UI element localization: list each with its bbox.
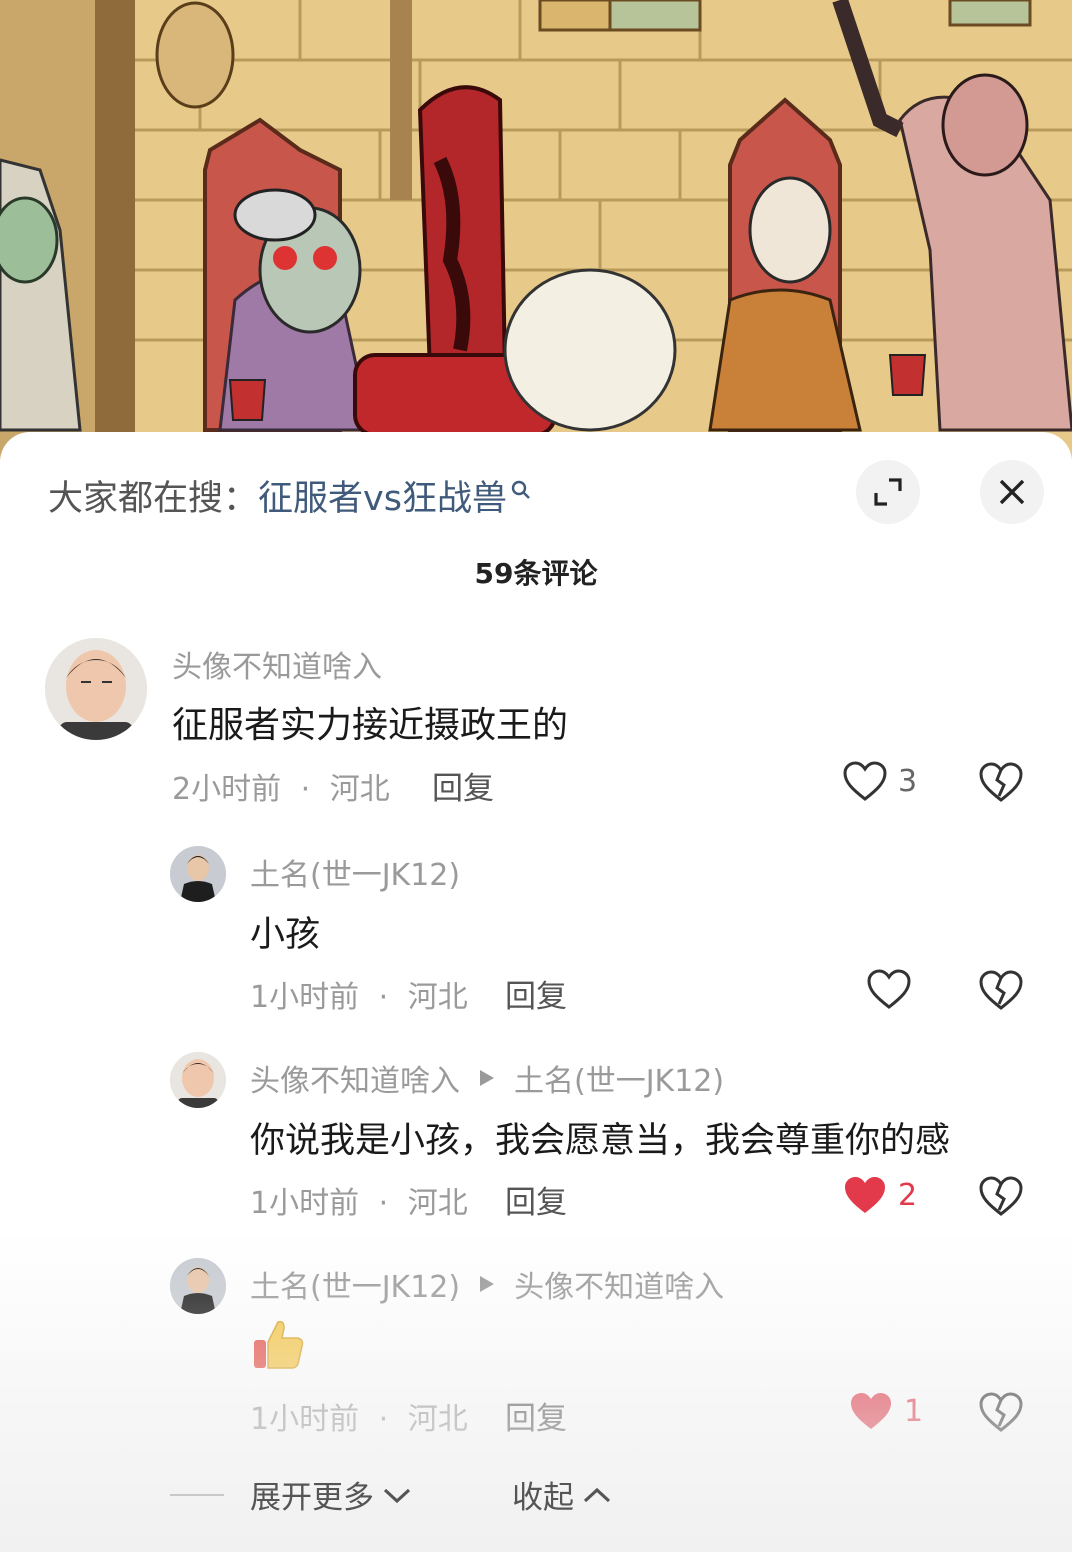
comment-meta: 2小时前 · 河北 bbox=[172, 764, 390, 808]
like-count: 2 bbox=[898, 1177, 918, 1213]
search-suggestion-prefix: 大家都在搜： bbox=[48, 479, 259, 519]
collapse-button[interactable]: 收起 bbox=[512, 1472, 612, 1517]
comment-username[interactable]: 头像不知道啥入 bbox=[172, 642, 382, 686]
dislike-button[interactable] bbox=[978, 760, 1024, 808]
comment-text: 你说我是小孩，我会愿意当，我会尊重你的感 bbox=[250, 1121, 951, 1161]
avatar[interactable] bbox=[170, 1052, 226, 1108]
comment-time: 2小时前 bbox=[172, 772, 282, 807]
comment-username-row: 头像不知道啥入 土名(世一JK12) bbox=[250, 1056, 724, 1100]
heart-filled-icon bbox=[851, 1393, 891, 1429]
reply-button[interactable]: 回复 bbox=[505, 971, 567, 1016]
heart-outline-icon bbox=[867, 969, 911, 1009]
avatar[interactable] bbox=[45, 638, 147, 740]
comment-meta: 1小时前 · 河北 bbox=[250, 1178, 468, 1222]
like-button[interactable] bbox=[866, 968, 922, 1010]
reply-arrow-icon bbox=[480, 1070, 494, 1086]
collapse-label: 收起 bbox=[512, 1480, 574, 1516]
heart-filled-icon bbox=[845, 1177, 885, 1213]
search-suggestion[interactable]: 大家都在搜： 征服者vs狂战兽 bbox=[48, 470, 531, 521]
meta-separator: · bbox=[378, 1186, 389, 1221]
chevron-up-icon bbox=[583, 1487, 611, 1502]
expand-more-label: 展开更多 bbox=[250, 1480, 374, 1516]
comment-text: 征服者实力接近摄政王的 bbox=[172, 705, 569, 746]
comment-location: 河北 bbox=[407, 980, 468, 1015]
like-button[interactable]: 1 bbox=[848, 1390, 923, 1432]
comments-count-title: 59条评论 bbox=[474, 557, 598, 590]
comment-item: 头像不知道啥入 征服者实力接近摄政王的 2小时前 · 河北 回复 3 bbox=[0, 630, 1072, 820]
dislike-button[interactable] bbox=[978, 968, 1024, 1016]
expand-icon bbox=[874, 478, 902, 506]
comment-time: 1小时前 bbox=[250, 980, 360, 1015]
meta-separator: · bbox=[378, 1402, 389, 1437]
reply-to-username[interactable]: 头像不知道啥入 bbox=[514, 1262, 724, 1306]
broken-heart-icon bbox=[979, 1176, 1023, 1216]
search-icon bbox=[511, 469, 531, 509]
comic-illustration bbox=[0, 0, 1072, 460]
heart-outline-icon bbox=[843, 761, 887, 801]
reply-button[interactable]: 回复 bbox=[505, 1393, 567, 1438]
reply-comment-item: 土名(世一JK12) 头像不知道啥入 1小时前 · 河北 回复 1 bbox=[0, 1252, 1072, 1442]
comment-location: 河北 bbox=[407, 1186, 468, 1221]
dislike-button[interactable] bbox=[978, 1390, 1024, 1438]
close-button[interactable] bbox=[980, 460, 1044, 524]
dislike-button[interactable] bbox=[978, 1174, 1024, 1222]
reply-button[interactable]: 回复 bbox=[432, 763, 494, 808]
avatar[interactable] bbox=[170, 1258, 226, 1314]
close-icon bbox=[999, 479, 1025, 505]
reply-comment-item: 头像不知道啥入 土名(世一JK12) 你说我是小孩，我会愿意当，我会尊重你的感 … bbox=[0, 1046, 1072, 1236]
reply-button[interactable]: 回复 bbox=[505, 1177, 567, 1222]
comment-location: 河北 bbox=[407, 1402, 468, 1437]
expand-fullscreen-button[interactable] bbox=[856, 460, 920, 524]
like-count: 3 bbox=[898, 763, 918, 799]
comment-location: 河北 bbox=[329, 772, 390, 807]
broken-heart-icon bbox=[979, 762, 1023, 802]
reply-to-username[interactable]: 土名(世一JK12) bbox=[514, 1056, 724, 1100]
comment-username[interactable]: 土名(世一JK12) bbox=[250, 850, 460, 894]
like-button[interactable]: 3 bbox=[842, 760, 917, 802]
comment-username-row: 土名(世一JK12) 头像不知道啥入 bbox=[250, 1262, 724, 1306]
meta-separator: · bbox=[300, 772, 311, 807]
thumbs-up-emoji bbox=[250, 1316, 306, 1376]
expand-more-button[interactable]: 展开更多 bbox=[250, 1472, 412, 1517]
like-count: 1 bbox=[904, 1393, 924, 1429]
broken-heart-icon bbox=[979, 970, 1023, 1010]
video-frame[interactable] bbox=[0, 0, 1072, 460]
divider-line bbox=[170, 1494, 224, 1496]
comment-meta: 1小时前 · 河北 bbox=[250, 1394, 468, 1438]
search-suggestion-query[interactable]: 征服者vs狂战兽 bbox=[258, 470, 507, 521]
comment-meta: 1小时前 · 河北 bbox=[250, 972, 468, 1016]
reply-comment-item: 土名(世一JK12) 小孩 1小时前 · 河北 回复 bbox=[0, 840, 1072, 1030]
comment-time: 1小时前 bbox=[250, 1402, 360, 1437]
chevron-down-icon bbox=[383, 1488, 411, 1503]
reply-arrow-icon bbox=[480, 1276, 495, 1292]
comment-username[interactable]: 土名(世一JK12) bbox=[250, 1262, 460, 1306]
like-button[interactable]: 2 bbox=[842, 1174, 917, 1216]
thread-controls: 展开更多 收起 bbox=[0, 1468, 1072, 1520]
comment-text: 小孩 bbox=[250, 915, 321, 955]
broken-heart-icon bbox=[979, 1392, 1023, 1432]
comment-time: 1小时前 bbox=[250, 1186, 360, 1221]
avatar[interactable] bbox=[170, 846, 226, 902]
meta-separator: · bbox=[378, 980, 389, 1015]
comment-username[interactable]: 头像不知道啥入 bbox=[250, 1056, 460, 1100]
